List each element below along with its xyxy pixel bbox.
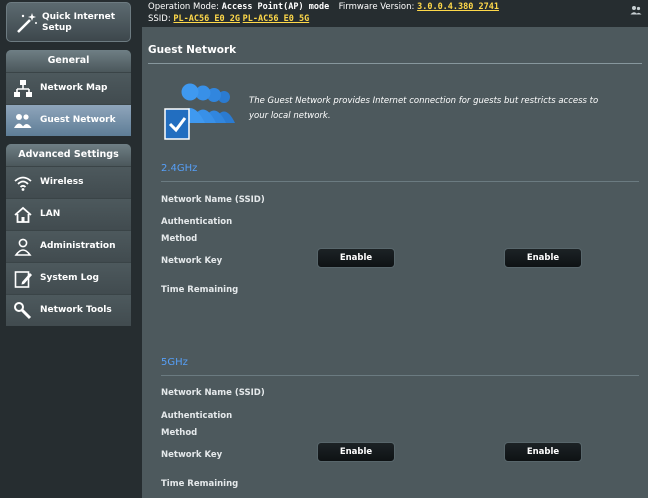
title-divider — [148, 63, 642, 64]
enable-button[interactable]: Enable — [504, 248, 582, 268]
status-row-mode: Operation Mode: Access Point(AP) mode Fi… — [148, 1, 499, 13]
sidebar-item-label: System Log — [40, 273, 99, 283]
enable-button[interactable]: Enable — [504, 442, 582, 462]
sidebar-item-lan[interactable]: LAN — [6, 198, 131, 230]
sidebar-item-label: Network Map — [40, 83, 108, 93]
enable-button[interactable]: Enable — [317, 248, 395, 268]
firmware-label: Firmware Version: — [338, 2, 415, 12]
system-log-icon — [14, 271, 32, 288]
status-bar: Operation Mode: Access Point(AP) mode Fi… — [142, 0, 648, 27]
method-label: Method — [161, 428, 198, 438]
authentication-label: Authentication — [161, 411, 233, 421]
ssid-label: Network Name (SSID) — [161, 388, 265, 398]
sidebar-item-label: LAN — [40, 209, 61, 219]
general-menu-title: General — [6, 50, 131, 72]
guest-network-description: The Guest Network provides Internet conn… — [249, 96, 599, 121]
general-menu: General Network Map Guest Network — [6, 50, 131, 136]
band-title-5ghz: 5GHz — [161, 357, 188, 368]
network-map-icon — [14, 80, 32, 97]
sidebar-item-network-map[interactable]: Network Map — [6, 72, 131, 104]
clients-icon[interactable] — [630, 5, 642, 15]
band-divider — [161, 375, 639, 376]
band-title-2-4ghz: 2.4GHz — [161, 163, 198, 174]
operation-mode-value: Access Point(AP) mode — [221, 2, 330, 12]
status-row-ssid: SSID: PL-AC56_E0_2G PL-AC56_E0_5G — [148, 13, 309, 25]
sidebar-item-wireless[interactable]: Wireless — [6, 166, 131, 198]
home-icon — [14, 206, 32, 223]
ssid-2g-link[interactable]: PL-AC56_E0_2G — [173, 14, 240, 24]
ssid-5g-link[interactable]: PL-AC56_E0_5G — [243, 14, 310, 24]
ssid-label: SSID: — [148, 14, 171, 24]
sidebar-item-label: Network Tools — [40, 305, 112, 315]
main-panel: Guest Network The Guest Network provides… — [142, 27, 648, 498]
sidebar-item-label: Guest Network — [40, 115, 116, 125]
wifi-icon — [14, 176, 32, 191]
time-remaining-label: Time Remaining — [161, 479, 239, 489]
authentication-label: Authentication — [161, 217, 233, 227]
sidebar-item-administration[interactable]: Administration — [6, 230, 131, 262]
advanced-menu: Advanced Settings Wireless LAN Administr… — [6, 144, 131, 326]
method-label: Method — [161, 234, 198, 244]
sidebar-item-guest-network[interactable]: Guest Network — [6, 104, 131, 136]
magic-wand-icon — [17, 13, 37, 33]
sidebar-item-label: Administration — [40, 241, 116, 251]
time-remaining-label: Time Remaining — [161, 285, 239, 295]
sidebar-item-system-log[interactable]: System Log — [6, 262, 131, 294]
page-title: Guest Network — [148, 44, 237, 56]
network-key-label: Network Key — [161, 256, 223, 266]
ssid-label: Network Name (SSID) — [161, 195, 265, 205]
sidebar-item-network-tools[interactable]: Network Tools — [6, 294, 131, 326]
band-divider — [161, 181, 639, 182]
firmware-version-link[interactable]: 3.0.0.4.380_2741 — [417, 2, 499, 12]
advanced-menu-title: Advanced Settings — [6, 144, 131, 166]
quick-internet-setup-button[interactable]: Quick Internet Setup — [6, 2, 131, 42]
operation-mode-label: Operation Mode: — [148, 2, 220, 12]
enable-button[interactable]: Enable — [317, 442, 395, 462]
sidebar-item-label: Wireless — [40, 177, 84, 187]
guest-network-icon — [14, 114, 32, 128]
tools-icon — [14, 302, 32, 320]
quick-internet-setup-label: Quick Internet Setup — [42, 12, 116, 33]
admin-user-icon — [14, 238, 32, 256]
network-key-label: Network Key — [161, 450, 223, 460]
guest-users-icon — [164, 83, 235, 140]
